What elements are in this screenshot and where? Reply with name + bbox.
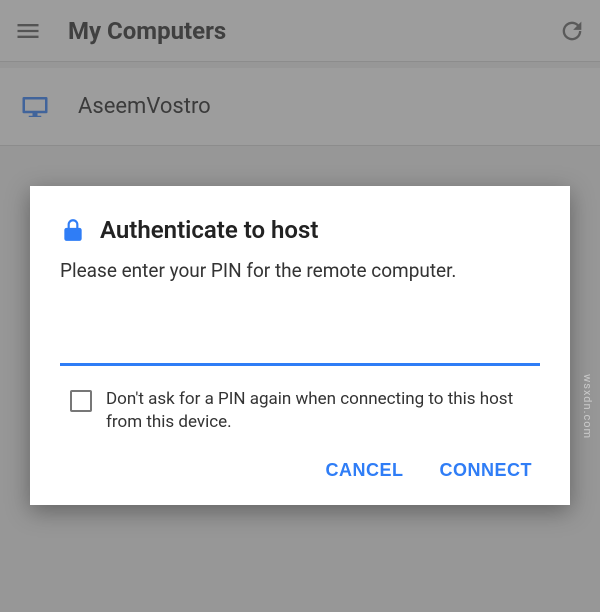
cancel-button[interactable]: CANCEL bbox=[326, 460, 404, 481]
remember-row[interactable]: Don't ask for a PIN again when connectin… bbox=[60, 388, 540, 434]
remember-label: Don't ask for a PIN again when connectin… bbox=[106, 388, 536, 434]
remember-checkbox[interactable] bbox=[70, 390, 92, 412]
dialog-title: Authenticate to host bbox=[100, 216, 318, 244]
auth-dialog: Authenticate to host Please enter your P… bbox=[30, 186, 570, 505]
dialog-message: Please enter your PIN for the remote com… bbox=[60, 258, 540, 284]
connect-button[interactable]: CONNECT bbox=[440, 460, 533, 481]
watermark: wsxdn.com bbox=[581, 374, 594, 439]
dialog-header: Authenticate to host bbox=[60, 216, 540, 244]
lock-icon bbox=[60, 217, 86, 243]
pin-input[interactable] bbox=[60, 324, 540, 366]
dialog-actions: CANCEL CONNECT bbox=[60, 460, 540, 491]
